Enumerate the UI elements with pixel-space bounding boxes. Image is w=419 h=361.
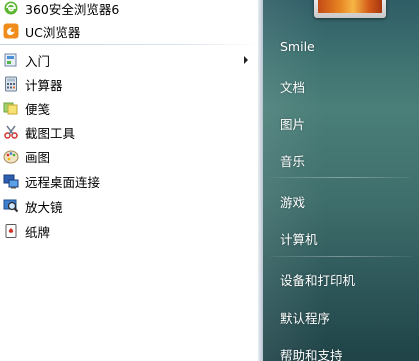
place-pictures[interactable]: 图片 [280, 114, 305, 133]
program-item-getting-started[interactable]: 入门 [0, 48, 258, 72]
program-label: 放大镜 [25, 199, 63, 215]
program-label: 画图 [25, 149, 51, 165]
solitaire-icon [3, 223, 19, 239]
programs-divider [0, 44, 258, 45]
place-computer[interactable]: 计算机 [280, 229, 318, 248]
program-label: 入门 [25, 53, 51, 69]
paint-icon [3, 148, 19, 164]
program-label: 截图工具 [25, 125, 76, 141]
program-label: 360安全浏览器6 [25, 1, 120, 17]
getting-started-icon [3, 52, 19, 68]
program-item-solitaire[interactable]: 纸牌 [0, 219, 258, 243]
places-separator [271, 256, 411, 257]
program-label: 便笺 [25, 101, 51, 117]
submenu-arrow-icon [244, 56, 248, 64]
place-user-folder[interactable]: Smile [280, 39, 315, 54]
program-item-snipping-tool[interactable]: 截图工具 [0, 120, 258, 144]
places-separator [271, 177, 411, 178]
user-picture[interactable] [314, 0, 386, 18]
program-label: 纸牌 [25, 224, 51, 240]
place-help-and-support[interactable]: 帮助和支持 [280, 345, 343, 361]
programs-pane: 360安全浏览器6 UC浏览器 入门 计算器 便笺 截图工具 画图 远程桌面连接… [0, 0, 263, 361]
program-item-paint[interactable]: 画图 [0, 144, 258, 168]
program-item-sticky-notes[interactable]: 便笺 [0, 96, 258, 120]
program-label: 远程桌面连接 [25, 174, 101, 190]
uc-browser-icon [3, 23, 19, 39]
360-browser-icon [3, 0, 19, 16]
magnifier-icon [3, 198, 19, 214]
place-default-programs[interactable]: 默认程序 [280, 308, 330, 327]
place-devices-and-printers[interactable]: 设备和打印机 [280, 270, 355, 289]
snipping-tool-icon [3, 124, 19, 140]
program-item-calculator[interactable]: 计算器 [0, 72, 258, 96]
place-documents[interactable]: 文档 [280, 77, 305, 96]
start-menu: 360安全浏览器6 UC浏览器 入门 计算器 便笺 截图工具 画图 远程桌面连接… [0, 0, 419, 361]
program-label: 计算器 [25, 77, 63, 93]
places-pane: Smile 文档 图片 音乐 游戏 计算机 设备和打印机 默认程序 帮助和支持 [263, 0, 419, 361]
calculator-icon [3, 76, 19, 92]
remote-desktop-icon [3, 173, 19, 189]
program-item-uc-browser[interactable]: UC浏览器 [0, 19, 258, 43]
user-picture-image [318, 0, 382, 13]
sticky-notes-icon [3, 100, 19, 116]
program-item-360-browser[interactable]: 360安全浏览器6 [0, 0, 258, 20]
program-label: UC浏览器 [25, 24, 81, 40]
place-music[interactable]: 音乐 [280, 151, 305, 170]
program-item-magnifier[interactable]: 放大镜 [0, 194, 258, 218]
place-games[interactable]: 游戏 [280, 192, 305, 211]
program-item-remote-desktop[interactable]: 远程桌面连接 [0, 169, 258, 193]
